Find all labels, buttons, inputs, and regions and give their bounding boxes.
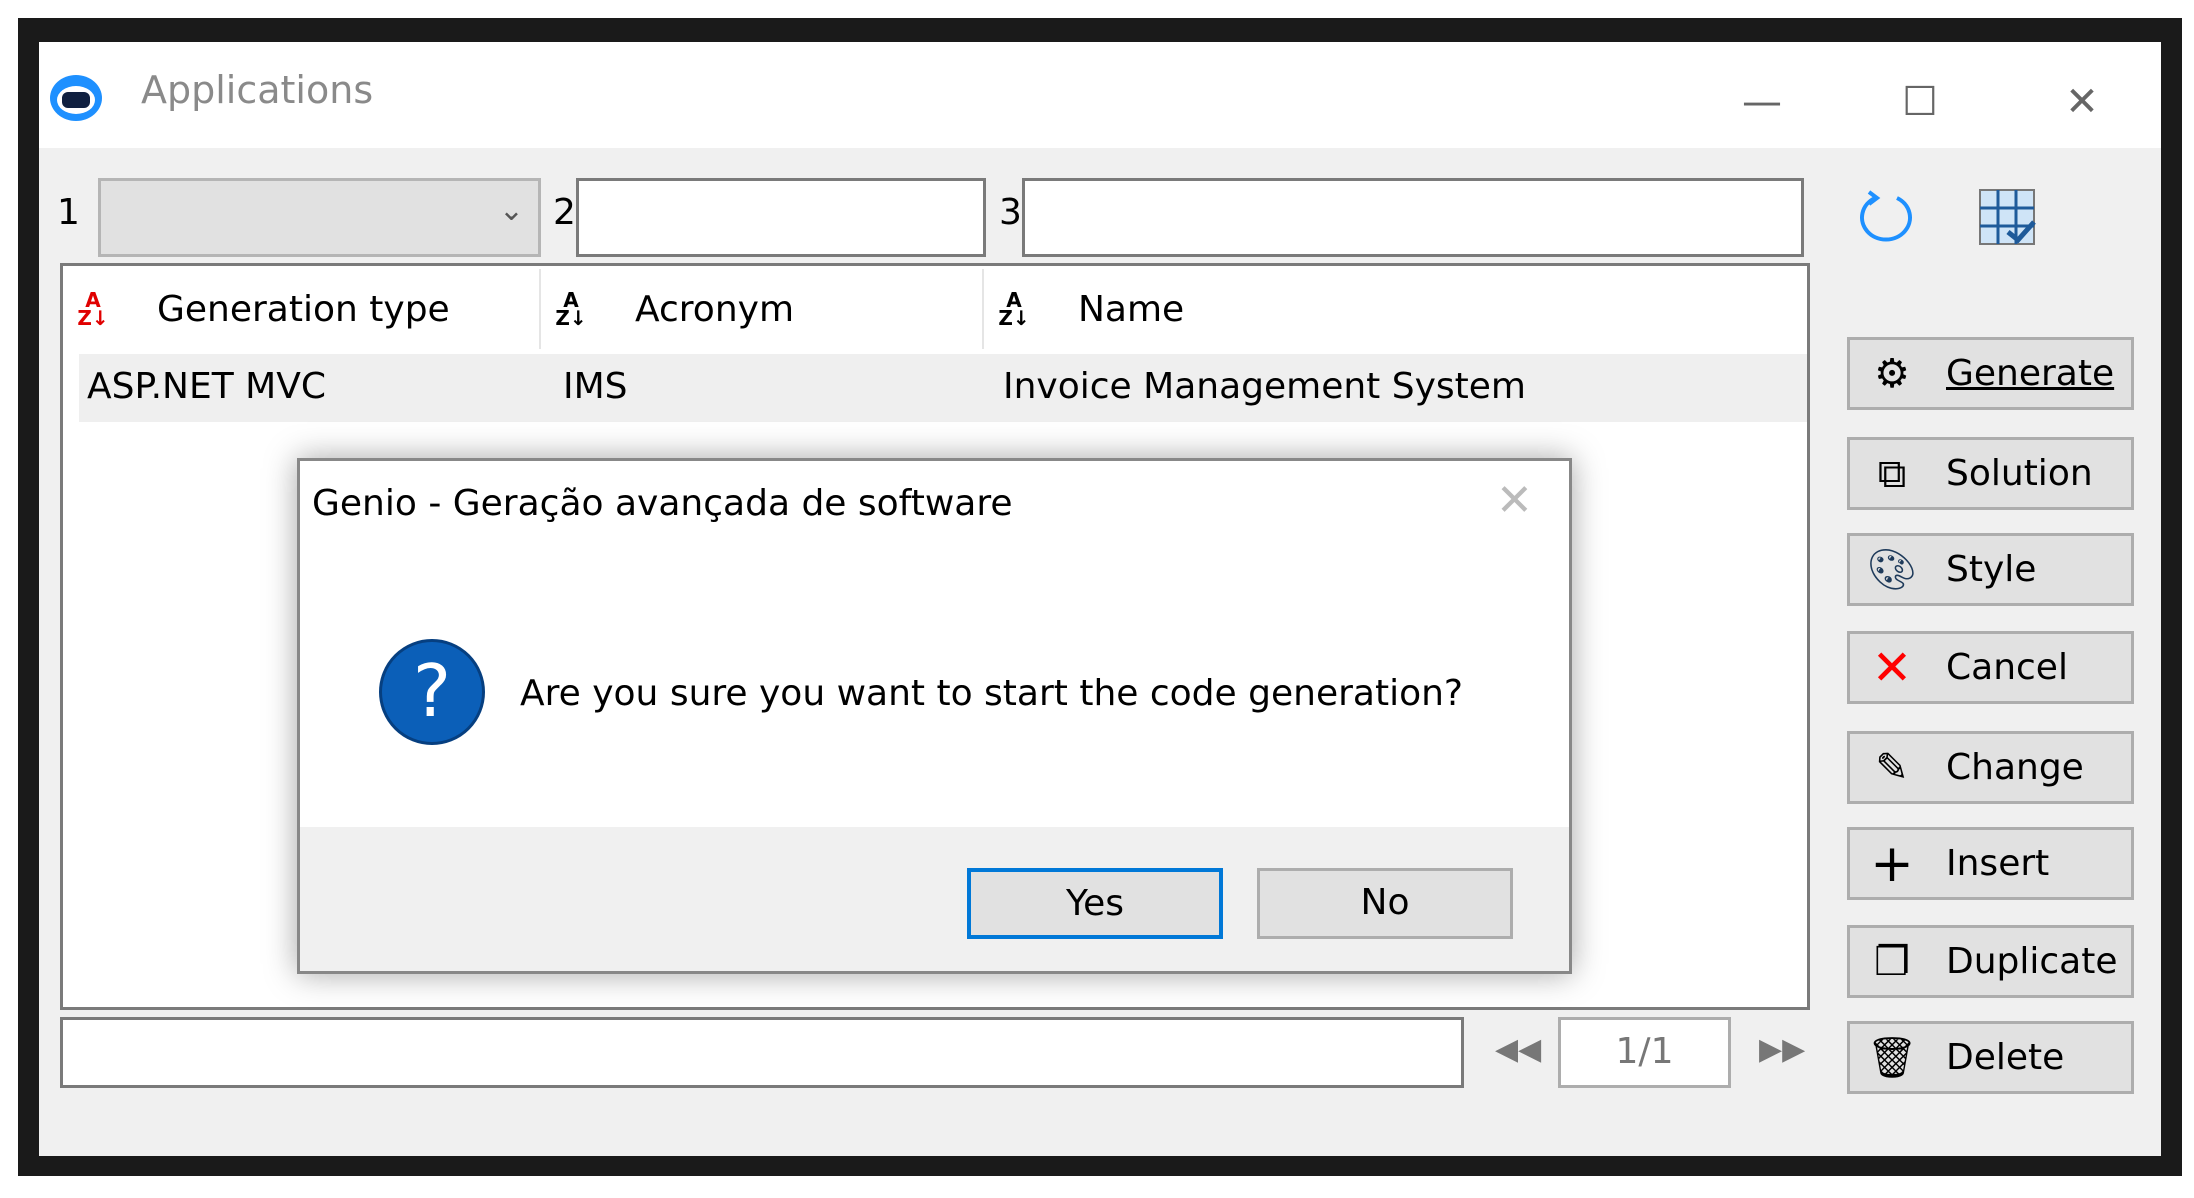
previous-page-button[interactable]: ◀◀ — [1495, 1032, 1541, 1067]
close-button[interactable]: ✕ — [2052, 72, 2112, 132]
sort-az-icon: A Z↓ — [998, 288, 1030, 330]
plus-icon: + — [1870, 833, 1914, 894]
dialog-title: Genio - Geração avançada de software — [312, 483, 1013, 524]
insert-button[interactable]: + Insert — [1847, 827, 2134, 900]
cell-generation-type: ASP.NET MVC — [87, 366, 326, 407]
duplicate-button[interactable]: ❐ Duplicate — [1847, 925, 2134, 998]
filter-combo-1[interactable]: ⌄ — [98, 178, 541, 257]
refresh-icon[interactable] — [1857, 188, 1917, 248]
column-label: Generation type — [157, 288, 450, 330]
grid-select-icon[interactable] — [1978, 188, 2038, 246]
cell-name: Invoice Management System — [1003, 366, 1526, 407]
open-external-icon: ⧉ — [1877, 450, 1907, 497]
style-button[interactable]: 🎨︎ Style — [1847, 533, 2134, 606]
column-header-name[interactable]: A Z↓ Name — [984, 269, 1807, 349]
button-label: Delete — [1946, 1037, 2065, 1078]
column-header-acronym[interactable]: A Z↓ Acronym — [541, 269, 984, 349]
pencil-icon: ✎ — [1875, 744, 1909, 791]
generate-button[interactable]: ⚙ Generate — [1847, 337, 2134, 410]
solution-button[interactable]: ⧉ Solution — [1847, 437, 2134, 510]
filter-label-3: 3 — [999, 192, 1022, 233]
maximize-button[interactable]: ☐ — [1890, 72, 1950, 132]
next-page-button[interactable]: ▶▶ — [1759, 1032, 1805, 1067]
button-label: Generate — [1946, 353, 2115, 394]
cell-acronym: IMS — [563, 366, 628, 407]
page-indicator: 1/1 — [1558, 1017, 1731, 1088]
gear-icon: ⚙ — [1874, 350, 1910, 397]
palette-icon: 🎨︎ — [1866, 547, 1918, 593]
search-input[interactable] — [60, 1017, 1464, 1088]
chevron-down-icon: ⌄ — [498, 193, 524, 228]
change-button[interactable]: ✎ Change — [1847, 731, 2134, 804]
title-bar: Applications — ☐ ✕ — [39, 42, 2161, 148]
button-label: Cancel — [1946, 647, 2068, 688]
button-label: Duplicate — [1946, 941, 2118, 982]
column-header-generation-type[interactable]: A Z↓ Generation type — [63, 269, 541, 349]
cancel-button[interactable]: ✕ Cancel — [1847, 631, 2134, 704]
table-row[interactable]: ASP.NET MVC IMS Invoice Management Syste… — [79, 354, 1807, 422]
button-label: Style — [1946, 549, 2037, 590]
filter-input-3[interactable] — [1022, 178, 1804, 257]
minimize-button[interactable]: — — [1732, 72, 1792, 132]
sort-az-icon: A Z↓ — [77, 288, 109, 330]
question-icon: ? — [379, 639, 485, 745]
delete-button[interactable]: 🗑︎ Delete — [1847, 1021, 2134, 1094]
no-button[interactable]: No — [1257, 868, 1513, 939]
filter-input-2[interactable] — [576, 178, 986, 257]
yes-button[interactable]: Yes — [967, 868, 1223, 939]
trash-icon: 🗑︎ — [1866, 1035, 1918, 1081]
button-label: Change — [1946, 747, 2084, 788]
filter-label-2: 2 — [553, 192, 576, 233]
duplicate-icon: ❐ — [1874, 938, 1910, 985]
dialog-close-icon[interactable]: ✕ — [1496, 475, 1533, 526]
button-label: Solution — [1946, 453, 2093, 494]
sort-az-icon: A Z↓ — [555, 288, 587, 330]
x-icon: ✕ — [1871, 639, 1913, 696]
window-title: Applications — [141, 68, 374, 112]
column-label: Name — [1078, 288, 1185, 330]
app-logo-icon — [50, 75, 102, 121]
column-label: Acronym — [635, 288, 795, 330]
button-label: Insert — [1946, 843, 2050, 884]
confirm-dialog: Genio - Geração avançada de software ✕ ?… — [297, 458, 1572, 974]
dialog-footer: Yes No — [300, 827, 1569, 971]
dialog-message: Are you sure you want to start the code … — [520, 673, 1464, 714]
filter-label-1: 1 — [57, 192, 80, 233]
